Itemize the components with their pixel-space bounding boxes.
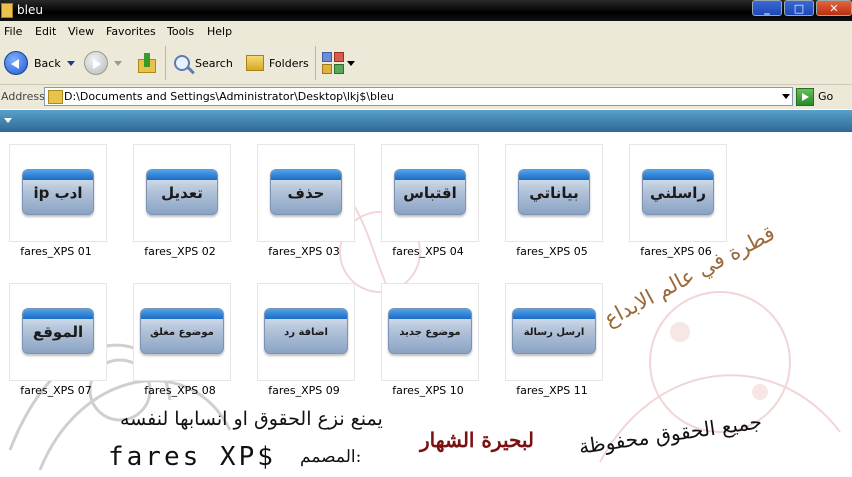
menu-view[interactable]: View [68, 25, 94, 38]
views-dropdown-icon [347, 60, 355, 66]
file-thumbnail[interactable]: ip ادب [9, 144, 107, 242]
search-button[interactable]: Search [174, 49, 233, 77]
file-thumbnail[interactable]: حذف [257, 144, 355, 242]
file-name[interactable]: fares_XPS 07 [0, 384, 116, 397]
back-label: Back [34, 56, 61, 70]
toolbar-separator [165, 46, 166, 80]
button-preview: الموقع [22, 308, 94, 354]
address-bar: Address D:\Documents and Settings\Admini… [0, 85, 852, 109]
forward-arrow-icon [84, 51, 108, 75]
menu-help[interactable]: Help [207, 25, 232, 38]
file-thumbnail[interactable]: الموقع [9, 283, 107, 381]
file-name[interactable]: fares_XPS 10 [368, 384, 488, 397]
file-name[interactable]: fares_XPS 02 [120, 245, 240, 258]
menu-file[interactable]: File [4, 25, 22, 38]
file-thumbnail[interactable]: موضوع مغلق [133, 283, 231, 381]
minimize-button[interactable]: _ [752, 0, 782, 16]
file-thumbnail[interactable]: راسلني [629, 144, 727, 242]
file-thumbnail[interactable]: تعديل [133, 144, 231, 242]
go-arrow-icon [796, 87, 814, 106]
button-preview: راسلني [642, 169, 714, 215]
search-label: Search [195, 56, 233, 70]
file-name[interactable]: fares_XPS 08 [120, 384, 240, 397]
folders-label: Folders [269, 56, 309, 70]
file-thumbnail[interactable]: ارسل رسالة [505, 283, 603, 381]
watermark-forum: لبحيرة الشهار [420, 428, 535, 452]
button-preview: اضافة رد [264, 308, 348, 354]
button-preview: اقتباس [394, 169, 466, 215]
forward-button[interactable] [84, 49, 122, 77]
file-name[interactable]: fares_XPS 04 [368, 245, 488, 258]
back-button[interactable]: Back [4, 49, 75, 77]
file-name[interactable]: fares_XPS 09 [244, 384, 364, 397]
menu-favorites[interactable]: Favorites [106, 25, 156, 38]
views-button[interactable] [322, 49, 355, 77]
menu-bar: File Edit View Favorites Tools Help [0, 21, 852, 43]
file-view: ip ادب fares_XPS 01 تعديل fares_XPS 02 ح… [0, 110, 852, 477]
back-arrow-icon [4, 51, 28, 75]
watermark-author: fares XP$ [108, 442, 276, 472]
file-thumbnail[interactable]: بياناتي [505, 144, 603, 242]
address-input[interactable]: D:\Documents and Settings\Administrator\… [44, 87, 793, 106]
menu-tools[interactable]: Tools [167, 25, 194, 38]
file-thumbnail[interactable]: اقتباس [381, 144, 479, 242]
forward-dropdown-icon[interactable] [114, 60, 122, 66]
title-bar: bleu _ □ ✕ [0, 0, 852, 21]
up-folder-icon [138, 53, 156, 73]
button-preview: موضوع جديد [388, 308, 472, 354]
file-name[interactable]: fares_XPS 03 [244, 245, 364, 258]
button-preview: ارسل رسالة [512, 308, 596, 354]
collapse-icon [4, 118, 12, 123]
button-preview: موضوع مغلق [140, 308, 224, 354]
search-icon [174, 55, 190, 71]
file-thumbnail[interactable]: اضافة رد [257, 283, 355, 381]
file-name[interactable]: fares_XPS 11 [492, 384, 612, 397]
close-button[interactable]: ✕ [816, 0, 852, 16]
folder-icon [48, 90, 63, 104]
button-preview: تعديل [146, 169, 218, 215]
views-icon [322, 52, 344, 74]
folders-icon [246, 55, 264, 71]
go-button[interactable]: Go [796, 87, 833, 106]
address-dropdown-icon[interactable] [782, 94, 790, 99]
folders-button[interactable]: Folders [246, 49, 309, 77]
file-name[interactable]: fares_XPS 05 [492, 245, 612, 258]
watermark-line1: يمنع نزع الحقوق او انسابها لنفسه [120, 408, 383, 430]
back-dropdown-icon[interactable] [66, 60, 75, 66]
address-value: D:\Documents and Settings\Administrator\… [64, 90, 394, 103]
toolbar: Back Search Folders [0, 42, 852, 85]
button-preview: بياناتي [518, 169, 590, 215]
maximize-button[interactable]: □ [784, 0, 814, 16]
header-strip [0, 110, 852, 132]
toolbar-separator [315, 46, 316, 80]
button-preview: ip ادب [22, 169, 94, 215]
button-preview: حذف [270, 169, 342, 215]
folder-icon [1, 3, 13, 18]
window-title: bleu [17, 3, 43, 17]
up-folder-button[interactable] [138, 49, 156, 77]
address-label: Address [1, 90, 45, 103]
go-label: Go [818, 90, 834, 103]
watermark-rights: جميع الحقوق محفوظة [577, 409, 764, 459]
file-name[interactable]: fares_XPS 01 [0, 245, 116, 258]
watermark-designer-label: المصمم: [300, 447, 362, 467]
menu-edit[interactable]: Edit [35, 25, 56, 38]
file-thumbnail[interactable]: موضوع جديد [381, 283, 479, 381]
